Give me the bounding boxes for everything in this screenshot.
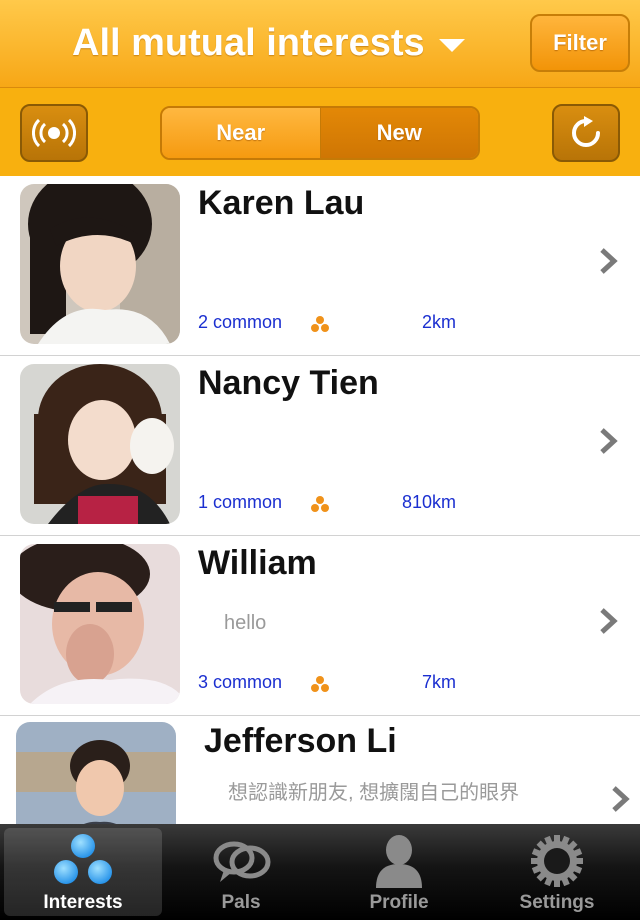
refresh-icon [572,116,600,147]
common-interests-count: 3 common [198,672,283,692]
chevron-right-icon [600,248,618,274]
toolbar: Near New [0,88,640,176]
tab-label: Settings [519,892,595,913]
person-name: Karen Lau [198,184,365,222]
avatar [20,544,180,704]
interests-icon [54,834,112,884]
filter-button[interactable]: Filter [530,14,630,72]
tab-label: Interests [43,892,123,913]
list-item[interactable]: Nancy Tien 1 common 810km [0,356,640,536]
header-bar: All mutual interests Filter [0,0,640,88]
profile-icon [376,835,422,888]
distance-label: 810km [401,492,456,512]
tab-label: Profile [369,892,429,913]
list-item[interactable]: Jefferson Li 想認識新朋友, 想擴闊自己的眼界 [0,716,640,824]
segment-near[interactable]: Near [162,108,321,158]
person-name: Jefferson Li [204,722,397,760]
status-message: 想認識新朋友, 想擴闊自己的眼界 [228,782,520,804]
avatar [20,184,180,344]
status-message: hello [224,612,267,634]
sort-segmented-control: Near New [160,106,480,160]
common-interests-count: 2 common [198,312,283,332]
person-name: Nancy Tien [198,364,379,402]
interests-icon [311,316,329,332]
distance-label: 2km [421,312,456,332]
avatar [16,722,176,824]
broadcast-icon [32,118,76,148]
list-item[interactable]: Karen Lau 2 common 2km [0,176,640,356]
tab-bar: Interests Pals Profile Settings [0,824,640,920]
tab-interests[interactable]: Interests [4,828,162,916]
chevron-right-icon [600,608,618,634]
pals-icon [213,841,271,882]
tab-settings[interactable]: Settings [478,828,636,916]
people-list: Karen Lau 2 common 2km Nancy Tien 1 comm… [0,176,640,824]
chevron-down-icon [438,39,465,52]
interest-filter-dropdown[interactable]: All mutual interests [72,22,465,65]
distance-label: 7km [421,672,456,692]
page-title: All mutual interests [72,22,425,64]
interests-icon [311,676,329,692]
chevron-right-icon [600,428,618,454]
person-name: William [198,544,317,582]
settings-icon [531,835,583,887]
refresh-button[interactable] [552,104,620,162]
avatar [20,364,180,524]
common-interests-count: 1 common [198,492,283,512]
tab-label: Pals [221,892,261,913]
interests-icon [311,496,329,512]
list-item[interactable]: William hello 3 common 7km [0,536,640,716]
chevron-right-icon [612,786,630,812]
broadcast-button[interactable] [20,104,88,162]
segment-new[interactable]: New [320,108,478,158]
tab-pals[interactable]: Pals [162,828,320,916]
tab-profile[interactable]: Profile [320,828,478,916]
